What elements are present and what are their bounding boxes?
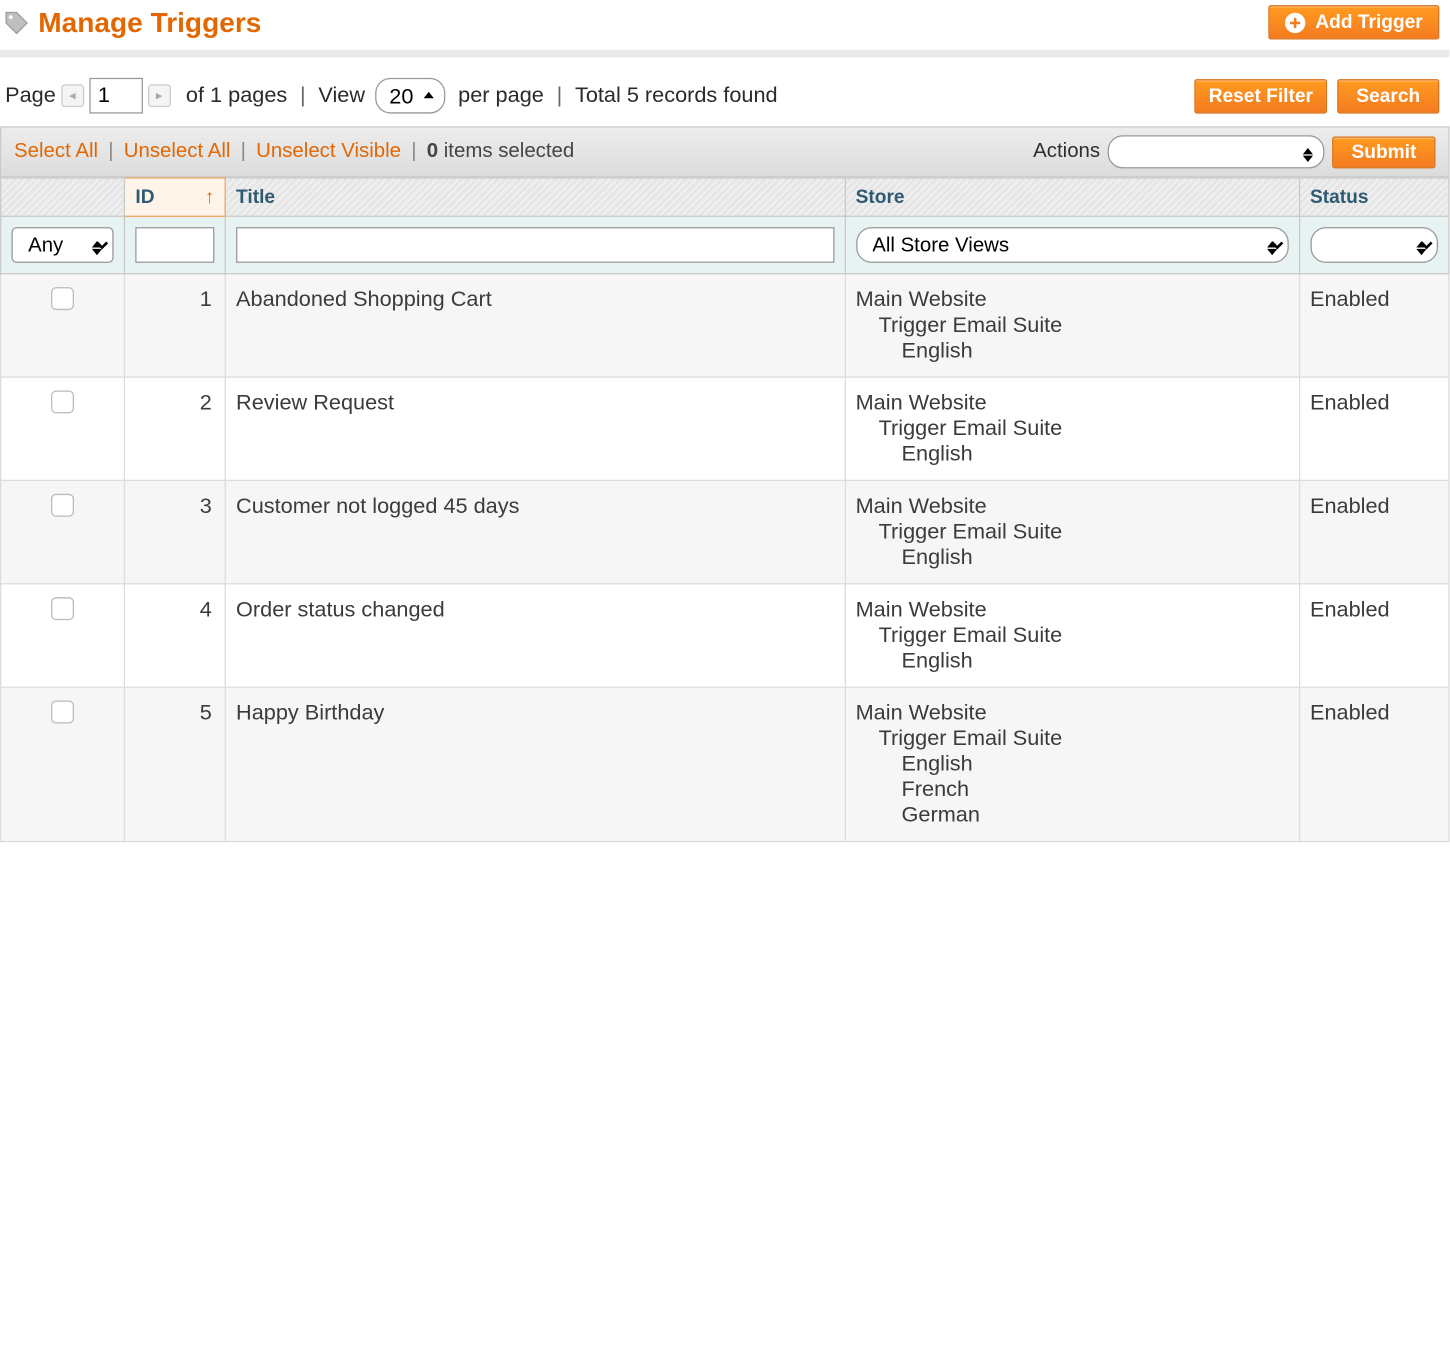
prev-page-button[interactable]: ◂ (61, 84, 84, 107)
add-trigger-label: Add Trigger (1315, 11, 1422, 33)
filter-id-input[interactable] (135, 227, 214, 263)
reset-filter-button[interactable]: Reset Filter (1195, 78, 1327, 112)
cell-id: 3 (125, 480, 226, 583)
cell-title: Review Request (225, 377, 845, 480)
filter-status-select[interactable] (1310, 227, 1438, 263)
cell-title: Happy Birthday (225, 687, 845, 841)
table-row[interactable]: 5Happy BirthdayMain WebsiteTrigger Email… (1, 687, 1449, 841)
cell-id: 4 (125, 584, 226, 687)
row-checkbox[interactable] (51, 287, 74, 310)
per-page-select[interactable]: 20 (375, 78, 445, 114)
row-checkbox[interactable] (51, 494, 74, 517)
cell-status: Enabled (1299, 480, 1449, 583)
unselect-visible-link[interactable]: Unselect Visible (256, 140, 401, 163)
col-store[interactable]: Store (845, 178, 1299, 216)
select-all-link[interactable]: Select All (14, 140, 98, 163)
items-selected-suffix: items selected (444, 140, 574, 162)
col-status[interactable]: Status (1299, 178, 1449, 216)
cell-id: 5 (125, 687, 226, 841)
items-selected-count: 0 (427, 140, 438, 162)
col-checkbox[interactable] (1, 178, 125, 216)
next-page-button[interactable]: ▸ (148, 84, 171, 107)
row-checkbox[interactable] (51, 390, 74, 413)
cell-title: Customer not logged 45 days (225, 480, 845, 583)
row-checkbox[interactable] (51, 597, 74, 620)
divider (0, 50, 1450, 58)
table-row[interactable]: 3Customer not logged 45 daysMain Website… (1, 480, 1449, 583)
page-label: Page (5, 83, 56, 109)
of-pages-label: of 1 pages (186, 83, 287, 109)
view-label: View (318, 83, 365, 109)
sort-asc-icon: ↑ (205, 186, 215, 208)
per-page-suffix: per page (458, 83, 544, 109)
row-checkbox[interactable] (51, 701, 74, 724)
cell-id: 2 (125, 377, 226, 480)
cell-store: Main WebsiteTrigger Email SuiteEnglish (845, 480, 1299, 583)
page-title: Manage Triggers (38, 6, 261, 39)
cell-store: Main WebsiteTrigger Email SuiteEnglish (845, 274, 1299, 377)
add-trigger-button[interactable]: Add Trigger (1268, 5, 1439, 39)
total-records-label: Total 5 records found (575, 83, 778, 109)
filter-store-select[interactable]: All Store Views (856, 227, 1289, 263)
cell-status: Enabled (1299, 584, 1449, 687)
cell-title: Order status changed (225, 584, 845, 687)
cell-store: Main WebsiteTrigger Email SuiteEnglishFr… (845, 687, 1299, 841)
col-id[interactable]: ID ↑ (125, 178, 226, 216)
cell-status: Enabled (1299, 377, 1449, 480)
table-row[interactable]: 2Review RequestMain WebsiteTrigger Email… (1, 377, 1449, 480)
search-button[interactable]: Search (1337, 78, 1439, 112)
plus-icon (1285, 12, 1305, 32)
col-title[interactable]: Title (225, 178, 845, 216)
actions-label: Actions (1033, 140, 1100, 163)
filter-title-input[interactable] (236, 227, 834, 263)
filter-any-select[interactable]: Any (11, 227, 113, 263)
cell-store: Main WebsiteTrigger Email SuiteEnglish (845, 584, 1299, 687)
table-row[interactable]: 4Order status changedMain WebsiteTrigger… (1, 584, 1449, 687)
cell-id: 1 (125, 274, 226, 377)
cell-title: Abandoned Shopping Cart (225, 274, 845, 377)
table-row[interactable]: 1Abandoned Shopping CartMain WebsiteTrig… (1, 274, 1449, 377)
cell-status: Enabled (1299, 687, 1449, 841)
unselect-all-link[interactable]: Unselect All (124, 140, 231, 163)
current-page-input[interactable] (89, 78, 143, 114)
cell-status: Enabled (1299, 274, 1449, 377)
submit-button[interactable]: Submit (1332, 136, 1435, 168)
actions-select[interactable] (1108, 135, 1325, 168)
cell-store: Main WebsiteTrigger Email SuiteEnglish (845, 377, 1299, 480)
tag-icon (3, 8, 31, 36)
